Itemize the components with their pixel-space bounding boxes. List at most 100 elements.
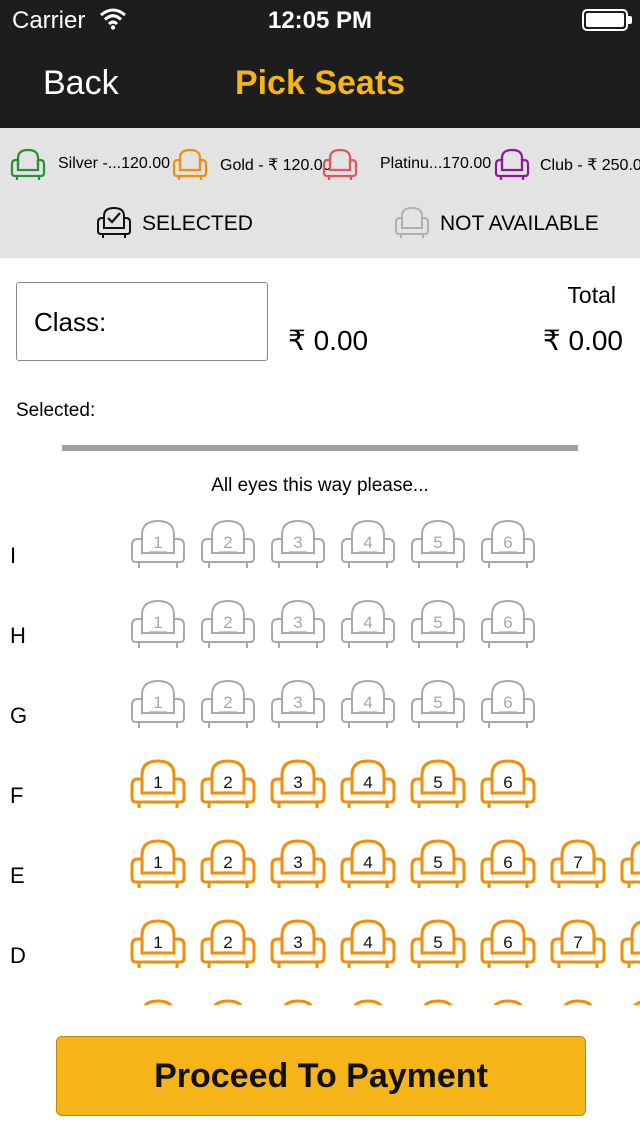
seat-row: H 1 2 3 4 5 6 [0, 593, 640, 653]
seat-number: 3 [293, 533, 303, 552]
seat-number: 6 [503, 613, 513, 632]
seat: 3 [268, 673, 328, 733]
seat-club-icon [494, 148, 530, 180]
seat-number: 5 [433, 933, 443, 952]
seat-number: 6 [503, 933, 513, 952]
seat-number: 2 [223, 773, 233, 792]
seat-row: F 1 2 3 4 5 6 [0, 753, 640, 813]
seat-number: 3 [293, 613, 303, 632]
seat-row: I 1 2 3 4 5 6 [0, 513, 640, 573]
legend-label-selected: SELECTED [142, 212, 253, 235]
seat[interactable] [198, 993, 258, 1005]
selected-seats-label: Selected: [16, 400, 96, 421]
seat[interactable] [618, 993, 640, 1005]
row-label: E [10, 863, 25, 888]
seat[interactable]: 5 [408, 753, 468, 813]
seat[interactable]: 7 [548, 833, 608, 893]
seat-map: I 1 2 3 4 5 6 H 1 2 3 4 5 6 G 1 2 3 4 5 6 F 1 2 3 4 5 6 E 1 2 3 4 5 6 7 8 D 1 2… [0, 505, 640, 1005]
seat[interactable]: 3 [268, 913, 328, 973]
seat[interactable] [548, 993, 608, 1005]
seat-number: 3 [293, 853, 303, 872]
seat-number: 4 [363, 853, 373, 872]
seat[interactable] [408, 993, 468, 1005]
seat-number: 2 [223, 853, 233, 872]
seat-row: E 1 2 3 4 5 6 7 8 [0, 833, 640, 893]
seat-number: 5 [433, 693, 443, 712]
seat-selected-icon [97, 206, 131, 238]
seat-number: 4 [363, 533, 373, 552]
seat[interactable]: 4 [338, 833, 398, 893]
seat-number: 6 [503, 853, 513, 872]
seat[interactable] [268, 993, 328, 1005]
battery-icon [582, 9, 632, 31]
seat[interactable] [338, 993, 398, 1005]
seat[interactable]: 8 [618, 913, 640, 973]
seat[interactable]: 4 [338, 913, 398, 973]
seat: 2 [198, 673, 258, 733]
screen-caption: All eyes this way please... [211, 475, 429, 496]
seat: 5 [408, 513, 468, 573]
seat[interactable]: 7 [548, 913, 608, 973]
seat[interactable] [128, 993, 188, 1005]
seat[interactable]: 1 [128, 753, 188, 813]
seat-icon [213, 999, 243, 1005]
seat-number: 7 [573, 853, 583, 872]
seat-number: 5 [433, 533, 443, 552]
seat-number: 3 [293, 933, 303, 952]
seat-number: 2 [223, 693, 233, 712]
total-value: ₹ 0.00 [542, 325, 623, 356]
legend-label-platinum: Platinu...170.00 [380, 155, 492, 172]
seat[interactable]: 2 [198, 913, 258, 973]
seat-number: 1 [153, 533, 163, 552]
seat-platinum-icon [322, 148, 358, 180]
seat: 4 [338, 673, 398, 733]
seat-number: 1 [153, 853, 163, 872]
total-label: Total [567, 282, 616, 308]
seat-number: 1 [153, 693, 163, 712]
class-field[interactable]: Class: [16, 282, 268, 361]
seat-icon [283, 999, 313, 1005]
seat: 5 [408, 673, 468, 733]
seat[interactable]: 1 [128, 913, 188, 973]
seat[interactable] [478, 993, 538, 1005]
row-label: I [10, 543, 17, 568]
seat-legend: Silver -...120.00 Gold - ₹ 120.00 Platin… [0, 128, 640, 258]
seat[interactable]: 6 [478, 753, 538, 813]
seat-number: 3 [293, 693, 303, 712]
seat-number: 4 [363, 773, 373, 792]
seat[interactable]: 8 [618, 833, 640, 893]
seat[interactable]: 6 [478, 913, 538, 973]
seat-number: 6 [503, 693, 513, 712]
seat-number: 6 [503, 533, 513, 552]
seat[interactable]: 3 [268, 753, 328, 813]
seat[interactable]: 2 [198, 833, 258, 893]
seat-icon [633, 1000, 640, 1005]
seat: 3 [268, 513, 328, 573]
row-label: H [10, 623, 26, 648]
seat: 5 [408, 593, 468, 653]
seat: 6 [478, 513, 538, 573]
seat-gold-icon [172, 148, 208, 180]
seat: 4 [338, 513, 398, 573]
legend-label-gold: Gold - ₹ 120.00 [220, 157, 332, 174]
status-time: 12:05 PM [267, 7, 373, 34]
seat[interactable]: 2 [198, 753, 258, 813]
seat-icon [353, 999, 383, 1005]
seat-unavailable-icon [395, 206, 429, 238]
seat-number: 4 [363, 693, 373, 712]
proceed-to-payment-button[interactable]: Proceed To Payment [56, 1036, 586, 1116]
page-title: Pick Seats [234, 64, 406, 102]
row-label: F [10, 783, 24, 808]
seat-silver-icon [10, 148, 46, 180]
seat[interactable]: 5 [408, 913, 468, 973]
seat: 1 [128, 593, 188, 653]
seat[interactable]: 3 [268, 833, 328, 893]
seat[interactable]: 4 [338, 753, 398, 813]
seat[interactable]: 6 [478, 833, 538, 893]
seat-number: 2 [223, 533, 233, 552]
seat[interactable]: 5 [408, 833, 468, 893]
legend-label-silver: Silver -...120.00 [58, 155, 171, 172]
seat[interactable]: 1 [128, 833, 188, 893]
seat: 2 [198, 593, 258, 653]
seat-icon [423, 999, 453, 1005]
